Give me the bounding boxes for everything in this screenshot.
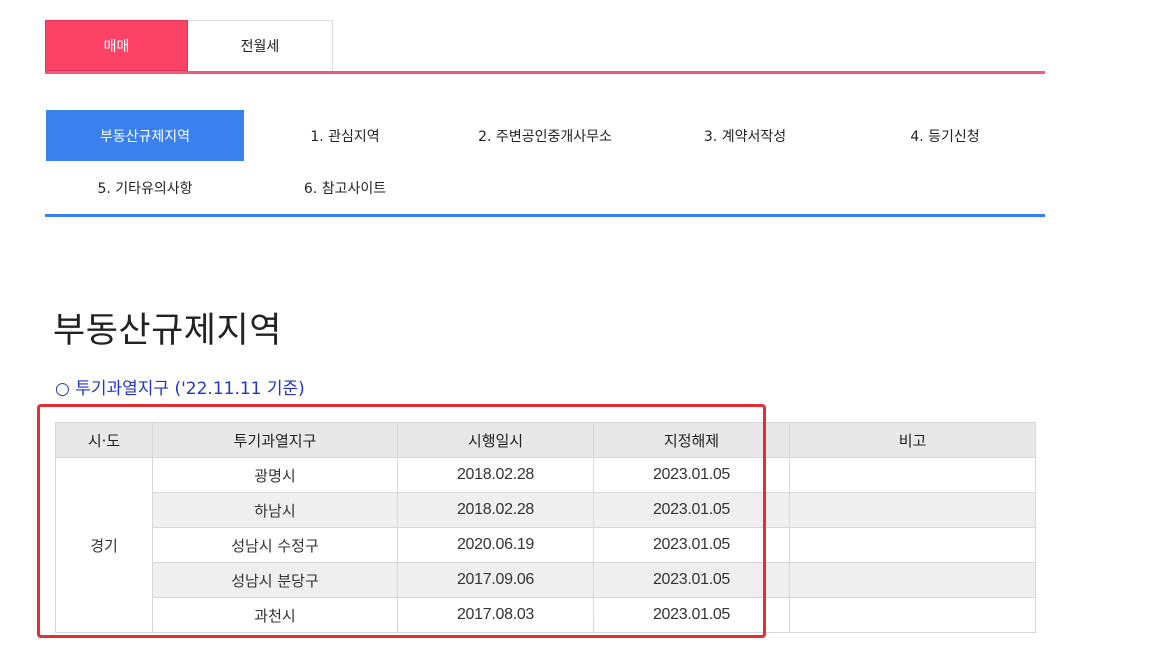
header-district: 투기과열지구 xyxy=(152,422,398,458)
table-row: 과천시 2017.08.03 2023.01.05 xyxy=(56,597,1036,633)
sub-nav-item-nearby-agencies[interactable]: 2. 주변공인중개사무소 xyxy=(445,110,645,161)
start-date-cell: 2018.02.28 xyxy=(397,492,594,528)
district-cell: 성남시 분당구 xyxy=(152,562,398,598)
note-cell xyxy=(789,562,1036,598)
start-date-cell: 2017.08.03 xyxy=(397,597,594,633)
district-cell: 과천시 xyxy=(152,597,398,633)
release-date-cell: 2023.01.05 xyxy=(593,597,790,633)
note-cell xyxy=(789,492,1036,528)
regulation-table-wrapper: 시·도 투기과열지구 시행일시 지정해제 비고 경기 광명시 2018.02.2… xyxy=(55,422,1036,633)
start-date-cell: 2017.09.06 xyxy=(397,562,594,598)
regulation-table: 시·도 투기과열지구 시행일시 지정해제 비고 경기 광명시 2018.02.2… xyxy=(55,422,1036,633)
top-tabs-underline xyxy=(45,71,1045,74)
header-note: 비고 xyxy=(789,422,1036,458)
table-header-row: 시·도 투기과열지구 시행일시 지정해제 비고 xyxy=(55,422,1036,458)
release-date-cell: 2023.01.05 xyxy=(593,457,790,493)
release-date-cell: 2023.01.05 xyxy=(593,527,790,563)
sub-nav-underline xyxy=(45,214,1045,217)
top-tabs: 매매 전월세 xyxy=(45,20,1045,74)
sub-nav-item-contract[interactable]: 3. 계약서작성 xyxy=(645,110,845,161)
release-date-cell: 2023.01.05 xyxy=(593,562,790,598)
district-cell: 광명시 xyxy=(152,457,398,493)
sub-nav-item-regulated-areas[interactable]: 부동산규제지역 xyxy=(46,110,244,161)
header-start-date: 시행일시 xyxy=(397,422,594,458)
sub-nav-item-registration[interactable]: 4. 등기신청 xyxy=(845,110,1045,161)
header-province: 시·도 xyxy=(55,422,153,458)
tab-sale[interactable]: 매매 xyxy=(45,20,188,71)
start-date-cell: 2020.06.19 xyxy=(397,527,594,563)
sub-nav: 부동산규제지역 1. 관심지역 2. 주변공인중개사무소 3. 계약서작성 4.… xyxy=(45,110,1045,218)
district-cell: 성남시 수정구 xyxy=(152,527,398,563)
section-subtitle: ○ 투기과열지구 ('22.11.11 기준) xyxy=(55,379,305,399)
table-row: 성남시 분당구 2017.09.06 2023.01.05 xyxy=(56,562,1036,598)
note-cell xyxy=(789,457,1036,493)
tab-rent[interactable]: 전월세 xyxy=(188,20,333,71)
region-cell: 경기 xyxy=(55,457,153,633)
table-row: 경기 광명시 2018.02.28 2023.01.05 xyxy=(55,457,1036,633)
start-date-cell: 2018.02.28 xyxy=(397,457,594,493)
page-title: 부동산규제지역 xyxy=(53,311,282,351)
release-date-cell: 2023.01.05 xyxy=(593,492,790,528)
sub-nav-item-other-notes[interactable]: 5. 기타유의사항 xyxy=(46,162,244,213)
table-row: 성남시 수정구 2020.06.19 2023.01.05 xyxy=(56,527,1036,563)
note-cell xyxy=(789,527,1036,563)
table-row: 하남시 2018.02.28 2023.01.05 xyxy=(56,492,1036,528)
sub-nav-item-interest-area[interactable]: 1. 관심지역 xyxy=(245,110,445,161)
header-release-date: 지정해제 xyxy=(593,422,790,458)
sub-nav-item-reference-sites[interactable]: 6. 참고사이트 xyxy=(245,162,445,213)
note-cell xyxy=(789,597,1036,633)
district-cell: 하남시 xyxy=(152,492,398,528)
